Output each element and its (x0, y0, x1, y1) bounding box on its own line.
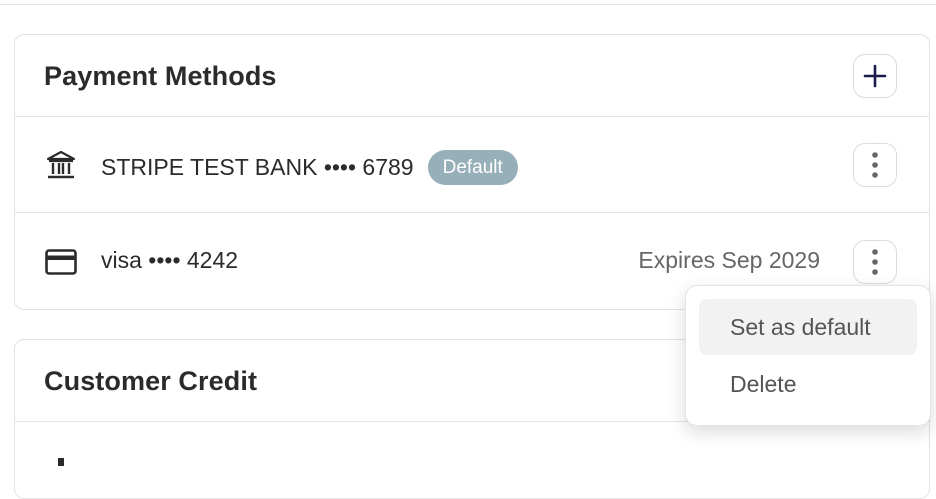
bank-more-options-button[interactable] (853, 143, 897, 187)
more-vertical-icon (872, 152, 878, 178)
top-divider (0, 4, 936, 5)
more-vertical-icon (872, 249, 878, 275)
payment-method-options-menu: Set as default Delete (685, 285, 931, 426)
payment-methods-card: Payment Methods STRIPE TEST BANK •••• 67… (14, 34, 930, 310)
payment-methods-title: Payment Methods (44, 61, 277, 91)
payment-method-row-bank: STRIPE TEST BANK •••• 6789 Default (15, 117, 929, 213)
bank-icon (46, 150, 76, 179)
card-expiration: Expires Sep 2029 (638, 247, 820, 273)
plus-icon (863, 64, 887, 88)
add-payment-method-button[interactable] (853, 54, 897, 98)
card-text: visa •••• 4242 (101, 247, 239, 273)
bank-icon-wrap (44, 148, 78, 182)
payment-method-label: STRIPE TEST BANK •••• 6789 Default (101, 150, 518, 185)
card-more-options-button[interactable] (853, 240, 897, 284)
delete-menu-item[interactable]: Delete (699, 356, 917, 412)
credit-card-icon (45, 249, 77, 275)
customer-credit-title: Customer Credit (44, 366, 258, 396)
payment-method-label: visa •••• 4242 (101, 247, 238, 274)
default-badge: Default (427, 150, 518, 185)
card-icon-wrap (44, 245, 78, 279)
payment-methods-header: Payment Methods (15, 35, 929, 117)
bank-account-text: STRIPE TEST BANK •••• 6789 (101, 154, 414, 180)
set-as-default-menu-item[interactable]: Set as default (699, 299, 917, 355)
customer-credit-content-fragment (58, 458, 64, 466)
